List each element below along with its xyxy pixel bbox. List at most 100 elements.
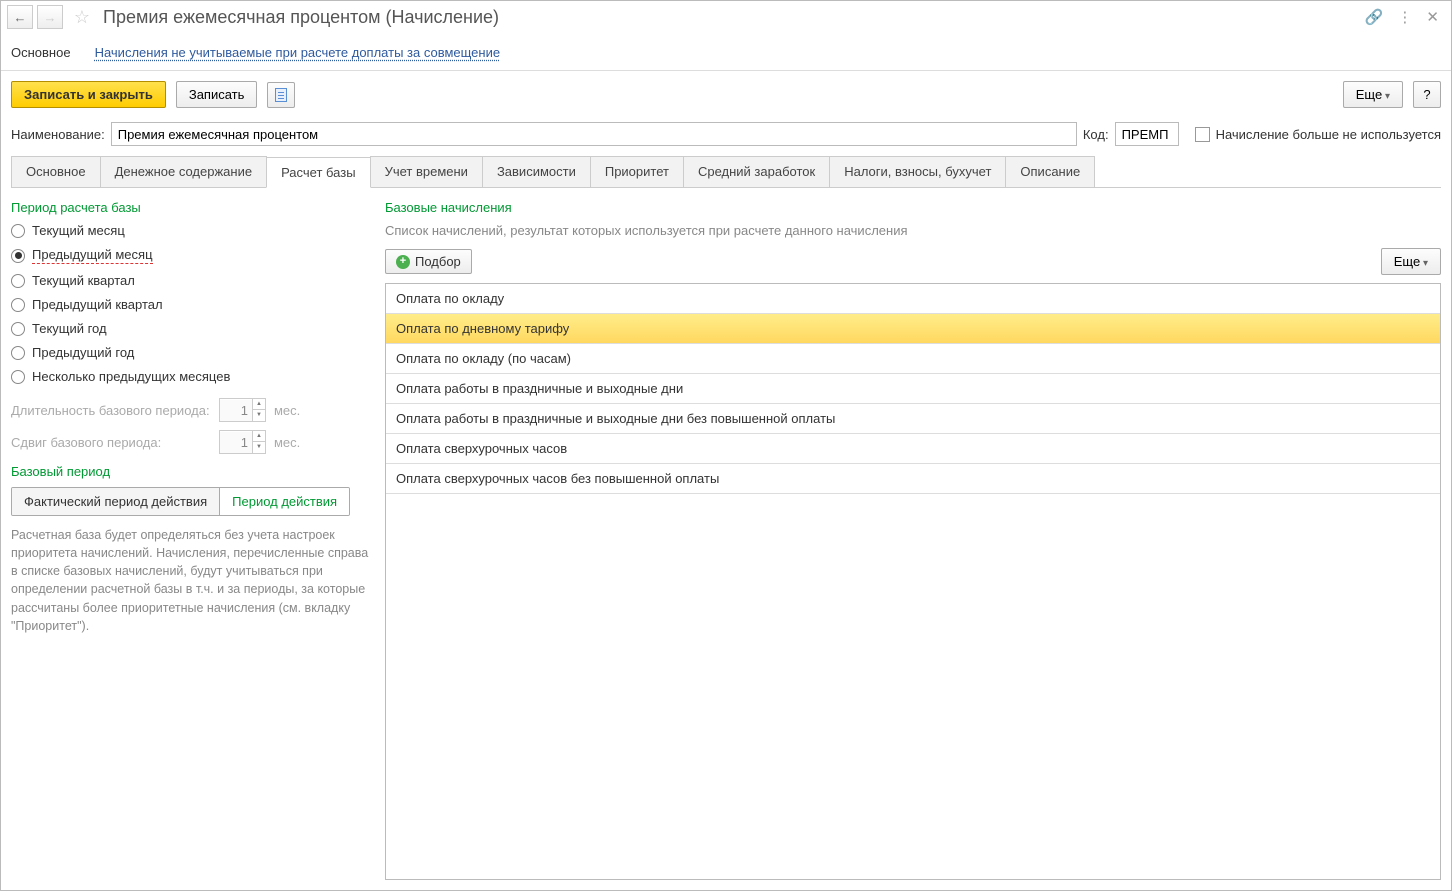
radio-icon [11,274,25,288]
radio-label: Текущий месяц [32,223,125,238]
select-button-label: Подбор [415,254,461,269]
help-button[interactable]: ? [1413,81,1441,108]
kebab-menu-icon[interactable]: ⋮ [1397,8,1412,26]
offset-spinner[interactable]: ▲ ▼ [219,430,266,454]
nav-tab-excluded-link[interactable]: Начисления не учитываемые при расчете до… [95,39,501,70]
list-item[interactable]: Оплата сверхурочных часов без повышенной… [386,464,1440,494]
radio-icon [11,346,25,360]
tab-main[interactable]: Основное [11,156,101,187]
radio-label: Предыдущий квартал [32,297,163,312]
document-icon [275,88,287,102]
list-item[interactable]: Оплата сверхурочных часов [386,434,1440,464]
radio-label: Текущий квартал [32,273,135,288]
duration-row: Длительность базового периода: ▲ ▼ мес. [11,398,371,422]
radio-label: Несколько предыдущих месяцев [32,369,230,384]
titlebar: ← → ☆ Премия ежемесячная процентом (Начи… [1,1,1451,31]
no-longer-used-label: Начисление больше не используется [1216,127,1441,142]
offset-row: Сдвиг базового периода: ▲ ▼ мес. [11,430,371,454]
more-button[interactable]: Еще [1343,81,1403,108]
spinner-buttons: ▲ ▼ [252,431,265,453]
tab-money[interactable]: Денежное содержание [100,156,267,187]
offset-unit: мес. [274,435,300,450]
inner-tabs: Основное Денежное содержание Расчет базы… [11,156,1441,188]
right-toolbar: + Подбор Еще [385,248,1441,275]
no-longer-used-checkbox[interactable]: Начисление больше не используется [1195,127,1441,142]
period-radio-group: Текущий месяц Предыдущий месяц Текущий к… [11,223,371,384]
list-item[interactable]: Оплата работы в праздничные и выходные д… [386,404,1440,434]
tab-avg-earning[interactable]: Средний заработок [683,156,830,187]
nav-back-button[interactable]: ← [7,5,33,29]
radio-current-year[interactable]: Текущий год [11,321,371,336]
tab-base-calc[interactable]: Расчет базы [266,157,371,188]
radio-current-month[interactable]: Текущий месяц [11,223,371,238]
base-accruals-title: Базовые начисления [385,200,1441,215]
right-more-button[interactable]: Еще [1381,248,1441,275]
plus-icon: + [396,255,410,269]
duration-unit: мес. [274,403,300,418]
nav-forward-button[interactable]: → [37,5,63,29]
radio-icon [11,298,25,312]
info-text: Расчетная база будет определяться без уч… [11,526,371,635]
radio-label: Предыдущий год [32,345,134,360]
radio-label: Предыдущий месяц [32,247,153,264]
name-input[interactable] [111,122,1077,146]
offset-input[interactable] [220,432,252,453]
main-toolbar: Записать и закрыть Записать Еще ? [1,71,1451,118]
radio-icon [11,249,25,263]
base-period-title: Базовый период [11,464,371,479]
save-close-button[interactable]: Записать и закрыть [11,81,166,108]
list-item[interactable]: Оплата по окладу [386,284,1440,314]
content-area: Период расчета базы Текущий месяц Предыд… [1,188,1451,890]
title-icons: 🔗 ⋮ ✕ [1365,8,1445,26]
toggle-action-period[interactable]: Период действия [220,488,349,515]
tab-deps[interactable]: Зависимости [482,156,591,187]
radio-several-months[interactable]: Несколько предыдущих месяцев [11,369,371,384]
link-icon[interactable]: 🔗 [1365,8,1384,26]
radio-icon [11,224,25,238]
toggle-actual-period[interactable]: Фактический период действия [12,488,220,515]
select-button[interactable]: + Подбор [385,249,472,274]
save-button[interactable]: Записать [176,81,258,108]
tab-description[interactable]: Описание [1005,156,1095,187]
spinner-buttons: ▲ ▼ [252,399,265,421]
list-item[interactable]: Оплата работы в праздничные и выходные д… [386,374,1440,404]
code-label: Код: [1083,127,1109,142]
tab-time[interactable]: Учет времени [370,156,483,187]
radio-prev-quarter[interactable]: Предыдущий квартал [11,297,371,312]
right-panel: Базовые начисления Список начислений, ре… [385,200,1441,880]
radio-label: Текущий год [32,321,107,336]
tab-taxes[interactable]: Налоги, взносы, бухучет [829,156,1006,187]
spinner-down-icon[interactable]: ▼ [253,442,265,453]
radio-prev-month[interactable]: Предыдущий месяц [11,247,371,264]
offset-label: Сдвиг базового периода: [11,435,211,450]
spinner-down-icon[interactable]: ▼ [253,410,265,421]
list-item[interactable]: Оплата по окладу (по часам) [386,344,1440,374]
checkbox-icon [1195,127,1210,142]
list-item[interactable]: Оплата по дневному тарифу [386,314,1440,344]
spinner-up-icon[interactable]: ▲ [253,399,265,410]
favorite-star-icon[interactable]: ☆ [71,6,93,28]
base-accruals-hint: Список начислений, результат которых исп… [385,223,1441,238]
base-period-toggle: Фактический период действия Период дейст… [11,487,350,516]
radio-current-quarter[interactable]: Текущий квартал [11,273,371,288]
name-code-row: Наименование: Код: Начисление больше не … [1,118,1451,156]
window: ← → ☆ Премия ежемесячная процентом (Начи… [0,0,1452,891]
nav-tab-main[interactable]: Основное [11,39,71,70]
duration-label: Длительность базового периода: [11,403,211,418]
radio-icon [11,322,25,336]
close-icon[interactable]: ✕ [1426,8,1439,26]
radio-prev-year[interactable]: Предыдущий год [11,345,371,360]
duration-spinner[interactable]: ▲ ▼ [219,398,266,422]
spinner-up-icon[interactable]: ▲ [253,431,265,442]
document-icon-button[interactable] [267,82,295,108]
accruals-list: Оплата по окладу Оплата по дневному тари… [385,283,1441,880]
duration-input[interactable] [220,400,252,421]
tab-priority[interactable]: Приоритет [590,156,684,187]
radio-icon [11,370,25,384]
left-panel: Период расчета базы Текущий месяц Предыд… [11,200,371,880]
code-input[interactable] [1115,122,1179,146]
window-title: Премия ежемесячная процентом (Начисление… [103,7,1361,28]
period-section-title: Период расчета базы [11,200,371,215]
nav-tabs: Основное Начисления не учитываемые при р… [1,31,1451,71]
name-label: Наименование: [11,127,105,142]
